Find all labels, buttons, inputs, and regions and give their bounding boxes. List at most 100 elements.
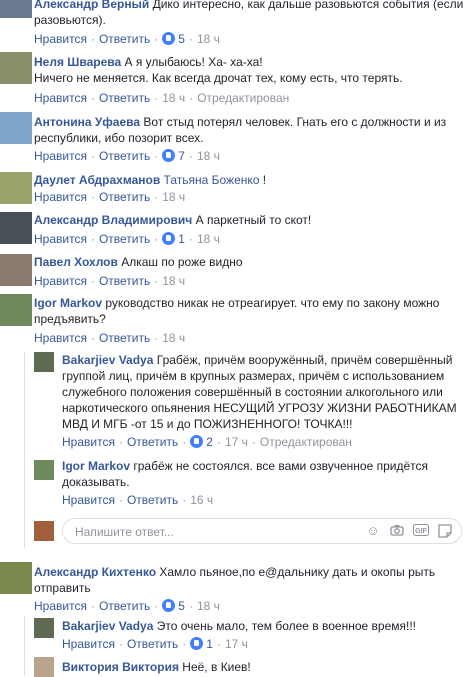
- timestamp[interactable]: 18 ч: [197, 232, 220, 246]
- gif-icon[interactable]: GIF: [413, 524, 429, 538]
- reply-text: Это очень мало, тем более в военное врем…: [156, 619, 416, 633]
- reply-link[interactable]: Ответить: [99, 599, 150, 613]
- comment-author[interactable]: Александр Верный: [34, 0, 149, 11]
- like-count[interactable]: 1: [178, 232, 185, 246]
- reply-link[interactable]: Ответить: [99, 331, 150, 345]
- like-count[interactable]: 5: [178, 599, 185, 613]
- reply-author[interactable]: Bakarjiev Vadya: [62, 353, 153, 367]
- reply-input-box: ☺ GIF: [62, 518, 462, 544]
- avatar[interactable]: [0, 172, 32, 204]
- like-count[interactable]: 7: [178, 149, 185, 163]
- reply-link[interactable]: Ответить: [99, 190, 150, 204]
- avatar[interactable]: [34, 618, 54, 638]
- like-count[interactable]: 5: [178, 32, 185, 46]
- like-link[interactable]: Нравится: [34, 331, 87, 345]
- comment-author[interactable]: Igor Markov: [34, 296, 102, 310]
- comment-author[interactable]: Неля Шварева: [34, 55, 121, 69]
- like-link[interactable]: Нравится: [34, 599, 87, 613]
- reply-link[interactable]: Ответить: [127, 435, 178, 449]
- like-icon[interactable]: [162, 599, 176, 612]
- comment-actions: Нравится · Ответить · 7 · 18 ч: [34, 149, 220, 163]
- comment-text-line2: Ничего не меняется. Как всегда дрочат те…: [34, 71, 403, 85]
- like-link[interactable]: Нравится: [62, 435, 115, 449]
- like-icon[interactable]: [162, 232, 176, 245]
- avatar[interactable]: [0, 52, 32, 84]
- reply-input[interactable]: [73, 523, 347, 541]
- timestamp[interactable]: 16 ч: [190, 493, 213, 507]
- comment-author[interactable]: Даулет Абдрахманов: [34, 173, 160, 187]
- avatar[interactable]: [0, 212, 32, 244]
- reply-link[interactable]: Ответить: [127, 493, 178, 507]
- timestamp[interactable]: 18 ч: [197, 32, 220, 46]
- timestamp[interactable]: 17 ч: [225, 435, 248, 449]
- comment-author[interactable]: Антонина Уфаева: [34, 115, 140, 129]
- like-link[interactable]: Нравится: [34, 274, 87, 288]
- like-count[interactable]: 1: [206, 637, 213, 651]
- timestamp[interactable]: 18 ч: [162, 190, 185, 204]
- timestamp[interactable]: 18 ч: [197, 149, 220, 163]
- comment-actions: Нравится · Ответить · 18 ч: [34, 190, 186, 204]
- timestamp[interactable]: 18 ч: [162, 274, 185, 288]
- like-link[interactable]: Нравится: [62, 493, 115, 507]
- timestamp[interactable]: 18 ч: [162, 91, 185, 105]
- comment: Даулет Абдрахманов Татьяна Боженко ! Нра…: [0, 172, 468, 208]
- reply-link[interactable]: Ответить: [99, 91, 150, 105]
- comment-actions: Нравится · Ответить · 18 ч: [34, 274, 186, 288]
- comment-text: Алкаш по роже видно: [121, 255, 243, 269]
- reply: Bakarjiev Vadya Грабёж, причём вооружённ…: [0, 352, 468, 452]
- reply-link[interactable]: Ответить: [99, 232, 150, 246]
- comment: Антонина Уфаева Вот стыд потерял человек…: [0, 112, 468, 168]
- reply-author[interactable]: Bakarjiev Vadya: [62, 619, 153, 633]
- avatar[interactable]: [34, 460, 54, 480]
- edited-label[interactable]: Отредактирован: [197, 91, 289, 105]
- like-icon[interactable]: [162, 149, 176, 162]
- reply-link[interactable]: Ответить: [99, 274, 150, 288]
- comment-author[interactable]: Павел Хохлов: [34, 255, 118, 269]
- comment-actions: Нравится · Ответить · 1 · 18 ч: [34, 232, 220, 246]
- reply-author[interactable]: Igor Markov: [62, 459, 130, 473]
- reply-link[interactable]: Ответить: [127, 637, 178, 651]
- reply-author[interactable]: Виктория Виктория: [62, 660, 179, 674]
- like-link[interactable]: Нравится: [34, 149, 87, 163]
- like-icon[interactable]: [162, 32, 176, 45]
- timestamp[interactable]: 17 ч: [225, 637, 248, 651]
- like-link[interactable]: Нравится: [34, 232, 87, 246]
- like-count[interactable]: 2: [206, 435, 213, 449]
- comment-text: !: [262, 173, 267, 187]
- reply-actions: Нравится · Ответить · 1 · 17 ч: [62, 637, 248, 651]
- comment-actions: Нравится · Ответить · 5 · 18 ч: [34, 32, 220, 46]
- avatar[interactable]: [0, 254, 32, 286]
- avatar[interactable]: [0, 0, 32, 18]
- comment: Павел Хохлов Алкаш по роже видно Нравитс…: [0, 254, 468, 290]
- comment-actions: Нравится · Ответить · 18 ч: [34, 331, 186, 345]
- avatar[interactable]: [34, 352, 54, 372]
- comment-author[interactable]: Александр Кихтенко: [34, 565, 156, 579]
- edited-label[interactable]: Отредактирован: [260, 435, 352, 449]
- like-link[interactable]: Нравится: [34, 190, 87, 204]
- mentioned-user[interactable]: Татьяна Боженко: [164, 173, 260, 187]
- like-icon[interactable]: [190, 435, 204, 448]
- comment-actions: Нравится · Ответить · 5 · 18 ч: [34, 599, 220, 613]
- avatar[interactable]: [0, 562, 32, 594]
- svg-text:GIF: GIF: [415, 528, 427, 535]
- reply-link[interactable]: Ответить: [99, 32, 150, 46]
- like-link[interactable]: Нравится: [34, 91, 87, 105]
- reply: Igor Markov грабёж не состоялся. все вам…: [0, 458, 468, 508]
- avatar[interactable]: [0, 112, 32, 144]
- reply: Bakarjiev Vadya Это очень мало, тем боле…: [0, 616, 468, 652]
- reply-link[interactable]: Ответить: [99, 149, 150, 163]
- sticker-icon[interactable]: [437, 524, 453, 538]
- comment-author[interactable]: Александр Владимирович: [34, 213, 192, 227]
- timestamp[interactable]: 18 ч: [197, 599, 220, 613]
- timestamp[interactable]: 18 ч: [162, 331, 185, 345]
- camera-icon[interactable]: [389, 524, 405, 538]
- avatar[interactable]: [0, 294, 32, 326]
- emoji-icon[interactable]: ☺: [365, 524, 381, 538]
- like-link[interactable]: Нравится: [62, 637, 115, 651]
- reply: Виктория Виктория Неё, в Киев!: [0, 657, 468, 677]
- like-link[interactable]: Нравится: [34, 32, 87, 46]
- comment-text: А паркетный то скот!: [195, 213, 312, 227]
- avatar[interactable]: [34, 657, 54, 677]
- like-icon[interactable]: [190, 637, 204, 650]
- reply-text: Неё, в Киев!: [182, 660, 251, 674]
